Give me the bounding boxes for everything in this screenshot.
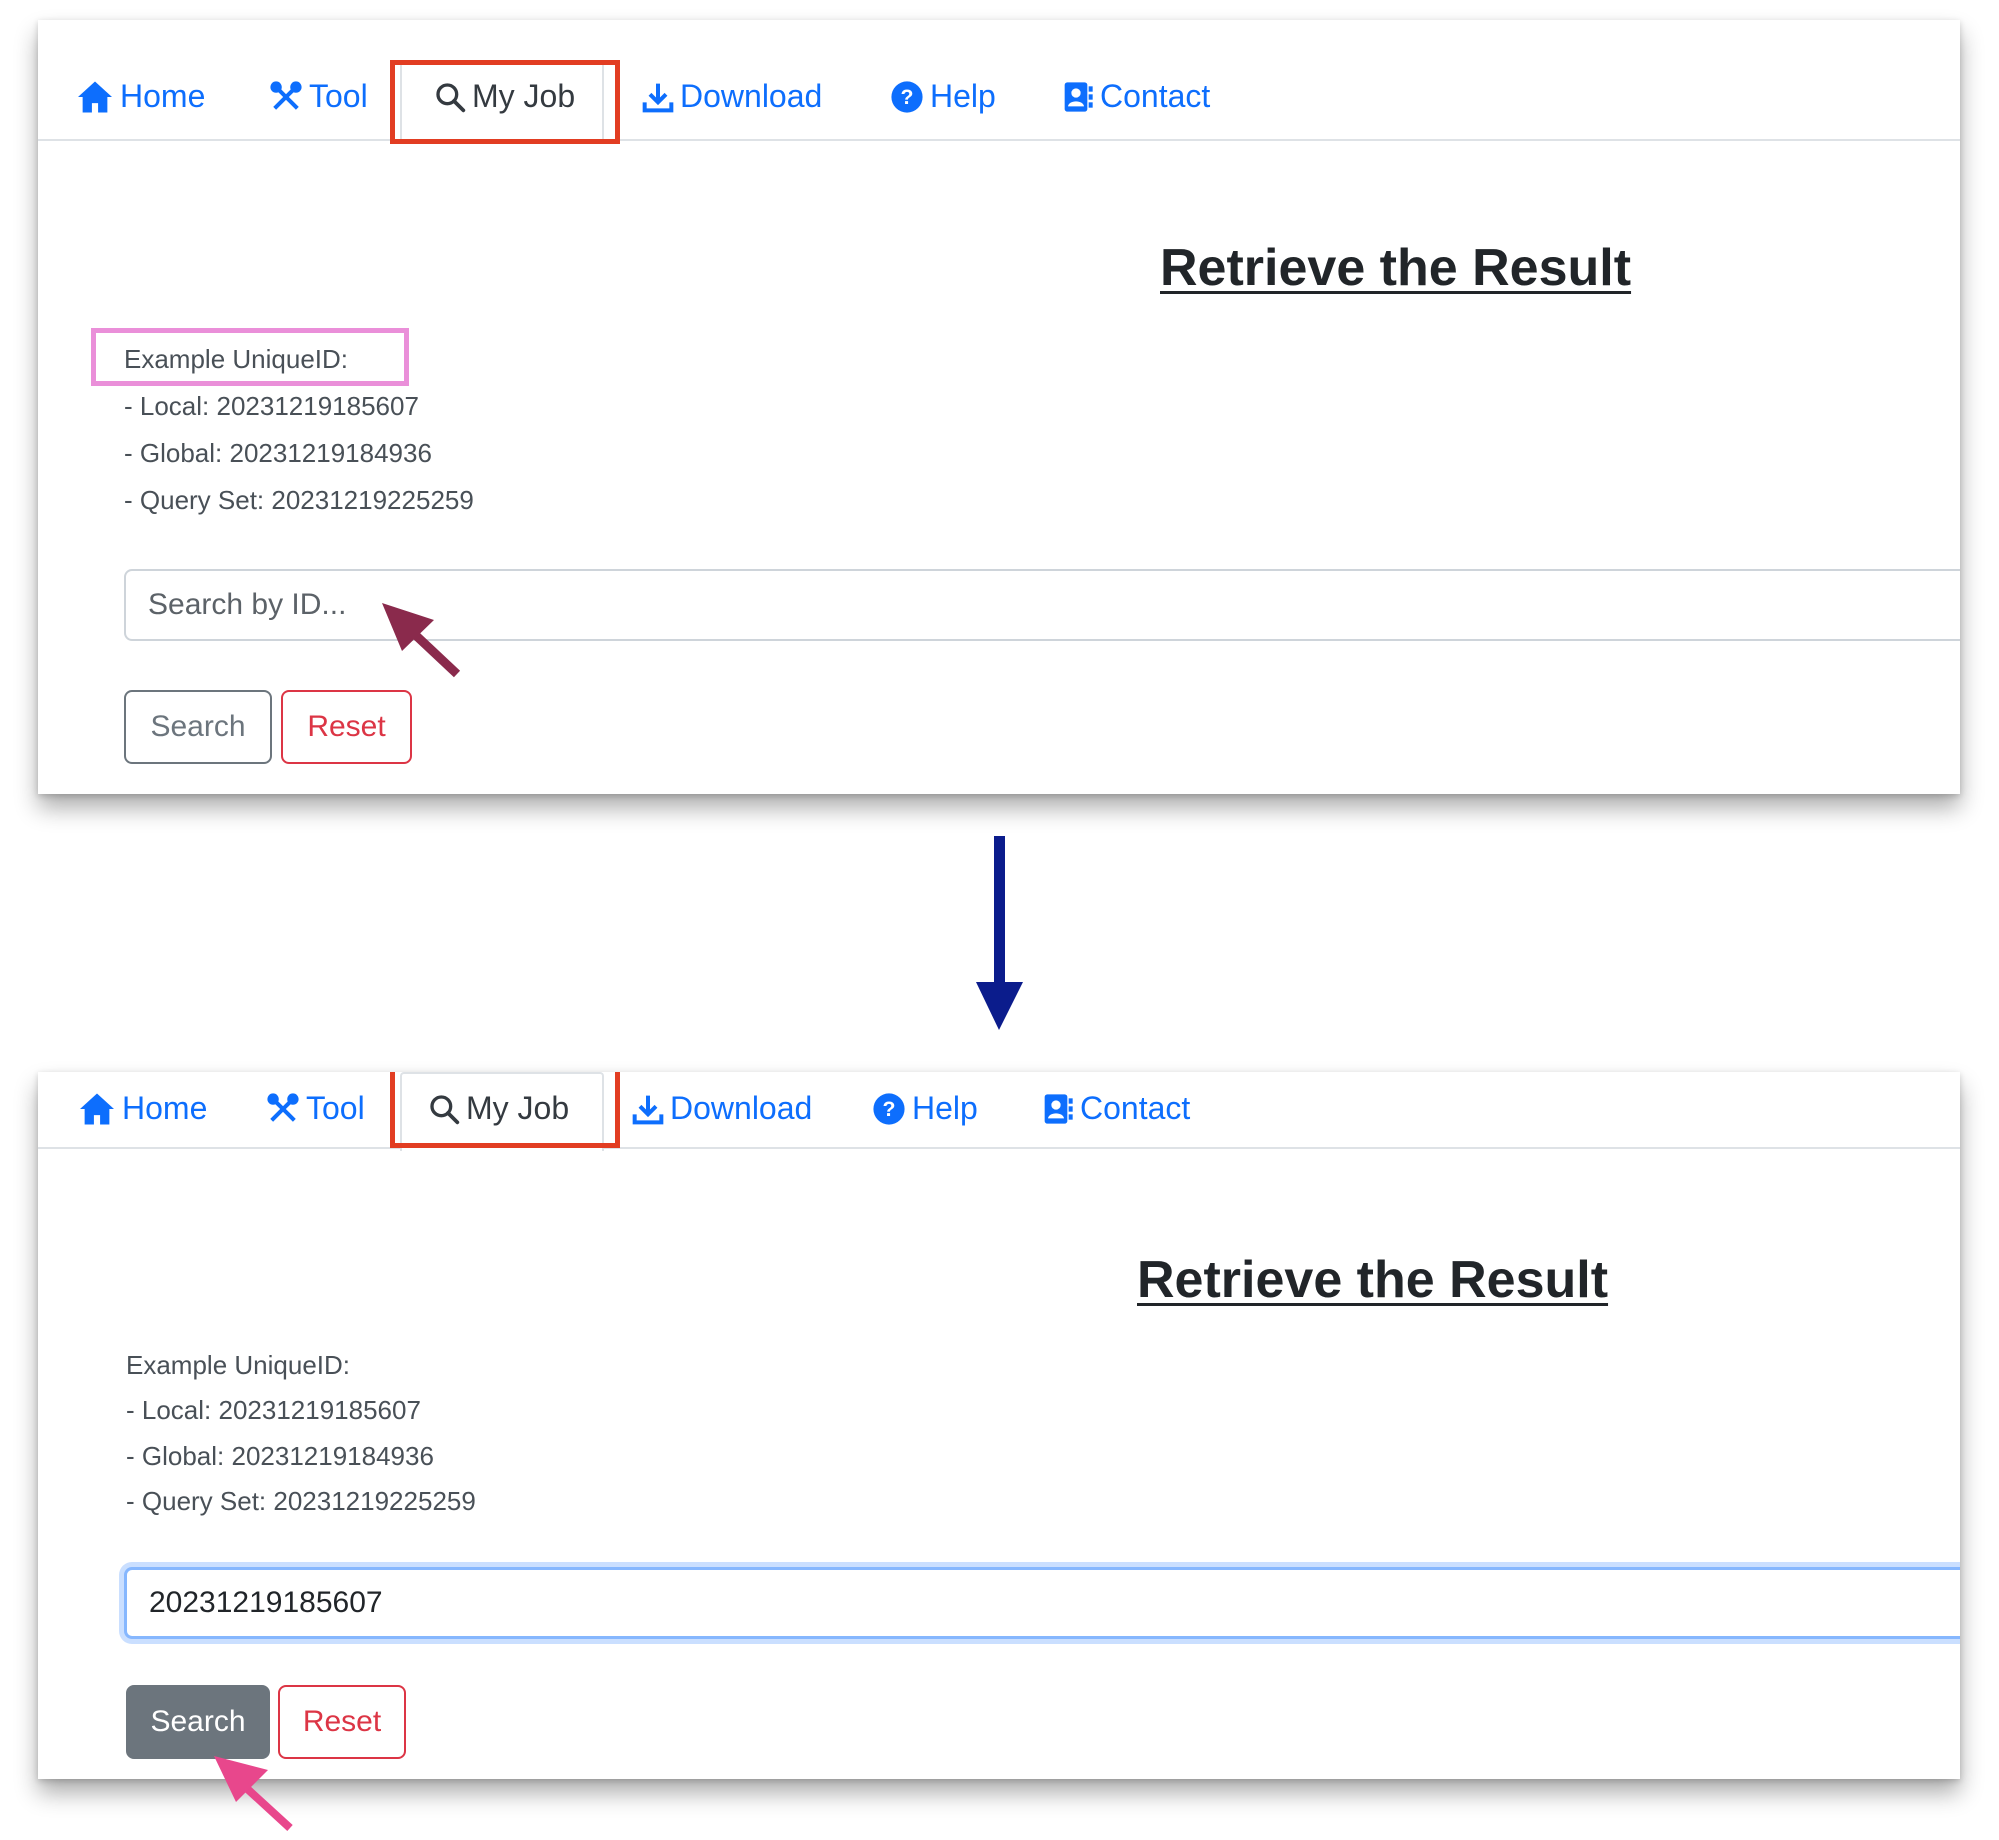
tools-icon [267,1092,299,1122]
search-button[interactable]: Search [124,690,272,764]
nav-help[interactable]: ? Help [890,78,996,115]
my-job-highlight-box [390,1072,620,1148]
nav-download-label: Download [680,78,823,114]
nav-help[interactable]: ? Help [872,1090,978,1127]
nav-tool[interactable]: Tool [266,1090,365,1127]
nav-contact[interactable]: Contact [1062,78,1210,115]
nav-tool[interactable]: Tool [269,78,368,115]
nav-contact-label: Contact [1080,1090,1191,1126]
example-heading: Example UniqueID: [124,344,348,374]
reset-button[interactable]: Reset [281,690,412,764]
page-title: Retrieve the Result [1160,239,1632,297]
nav-help-label: Help [912,1090,978,1126]
svg-text:?: ? [883,1097,896,1121]
my-job-highlight-box [390,60,620,144]
browser-panel-after: Home Tool My Job Download ? Help Contact… [38,1072,1960,1779]
nav-tool-label: Tool [306,1090,365,1126]
search-button[interactable]: Search [126,1685,270,1759]
nav-home-label: Home [120,78,206,114]
reset-button[interactable]: Reset [278,1685,406,1759]
search-input[interactable] [124,569,1960,641]
nav-tool-label: Tool [309,78,368,114]
question-circle-icon: ? [891,80,923,113]
home-icon [80,1093,114,1124]
nav-home[interactable]: Home [76,78,205,115]
search-input[interactable] [124,1567,1960,1639]
nav-help-label: Help [930,78,996,114]
example-query-set: - Query Set: 20231219225259 [124,485,474,515]
page-title: Retrieve the Result [1137,1251,1609,1309]
contact-book-icon [1064,81,1093,112]
nav-home[interactable]: Home [78,1090,207,1127]
example-global: - Global: 20231219184936 [126,1441,434,1471]
download-icon [632,1095,664,1124]
svg-text:?: ? [901,85,914,109]
tools-icon [270,80,302,110]
contact-book-icon [1044,1093,1073,1124]
download-icon [642,83,674,112]
example-global: - Global: 20231219184936 [124,438,432,468]
navbar: Home Tool My Job Download ? Help Contact [38,20,1960,144]
home-icon [78,81,112,112]
example-query-set: - Query Set: 20231219225259 [126,1486,476,1516]
nav-home-label: Home [122,1090,208,1126]
example-local: - Local: 20231219185607 [124,391,419,421]
down-arrow-icon [976,836,1023,1030]
browser-panel-before: Home Tool My Job Download ? Help Contact… [38,20,1960,794]
nav-download-label: Download [670,1090,813,1126]
nav-download[interactable]: Download [642,78,822,115]
example-local: - Local: 20231219185607 [126,1395,421,1425]
nav-download[interactable]: Download [632,1090,812,1127]
nav-contact[interactable]: Contact [1042,1090,1190,1127]
question-circle-icon: ? [873,1092,905,1125]
navbar: Home Tool My Job Download ? Help Contact [38,1072,1960,1151]
nav-contact-label: Contact [1100,78,1211,114]
example-heading: Example UniqueID: [126,1350,350,1380]
